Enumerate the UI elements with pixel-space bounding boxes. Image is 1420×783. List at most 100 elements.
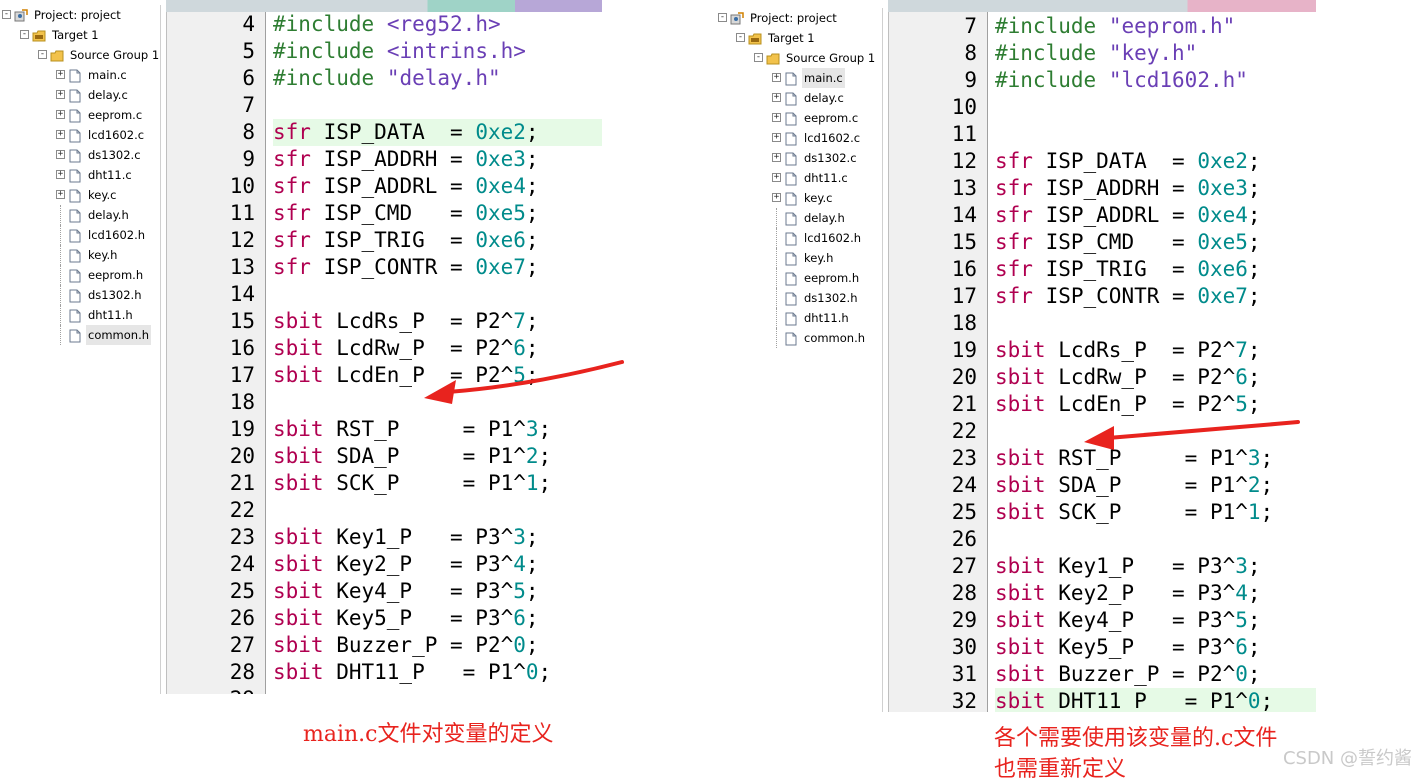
code-line[interactable]: sbit RST_P = P1^3; bbox=[273, 416, 602, 443]
tree-item[interactable]: + lcd1602.c bbox=[0, 125, 160, 145]
tree-item[interactable]: eeprom.h bbox=[0, 265, 160, 285]
expand-toggle-icon[interactable]: + bbox=[56, 110, 65, 119]
code-line[interactable] bbox=[995, 310, 1316, 337]
tree-item[interactable]: + delay.c bbox=[716, 88, 882, 108]
tree-item[interactable]: + ds1302.c bbox=[716, 148, 882, 168]
code-line[interactable] bbox=[273, 92, 602, 119]
code-line[interactable]: sbit SCK_P = P1^1; bbox=[273, 470, 602, 497]
tree-item[interactable]: key.h bbox=[0, 245, 160, 265]
code-line[interactable]: sbit RST_P = P1^3; bbox=[995, 445, 1316, 472]
code-line[interactable]: sfr ISP_DATA = 0xe2; bbox=[995, 148, 1316, 175]
expand-toggle-icon[interactable]: + bbox=[772, 173, 781, 182]
code-line[interactable] bbox=[995, 526, 1316, 553]
tree-item[interactable]: delay.h bbox=[716, 208, 882, 228]
code-line[interactable]: #include "key.h" bbox=[995, 40, 1316, 67]
code-line[interactable]: sfr ISP_CMD = 0xe5; bbox=[273, 200, 602, 227]
tree-item[interactable]: + eeprom.c bbox=[716, 108, 882, 128]
code-line[interactable]: sbit Key5_P = P3^6; bbox=[273, 605, 602, 632]
code-line[interactable]: sfr ISP_ADDRH = 0xe3; bbox=[995, 175, 1316, 202]
code-line[interactable]: sfr ISP_CONTR = 0xe7; bbox=[273, 254, 602, 281]
expand-toggle-icon[interactable]: + bbox=[772, 153, 781, 162]
right-code-editor[interactable]: #include "eeprom.h" #include "key.h" #incl… bbox=[987, 12, 1316, 712]
code-line[interactable]: sfr ISP_DATA = 0xe2; bbox=[273, 119, 602, 146]
tree-item[interactable]: common.h bbox=[716, 328, 882, 348]
tree-item[interactable]: - Project: project bbox=[716, 8, 882, 28]
code-line[interactable]: sbit LcdRs_P = P2^7; bbox=[995, 337, 1316, 364]
collapse-toggle-icon[interactable]: - bbox=[718, 13, 727, 22]
code-line[interactable]: sbit Key2_P = P3^4; bbox=[995, 580, 1316, 607]
code-line[interactable]: sfr ISP_CONTR = 0xe7; bbox=[995, 283, 1316, 310]
tree-item[interactable]: + main.c bbox=[716, 68, 882, 88]
code-line[interactable] bbox=[995, 121, 1316, 148]
expand-toggle-icon[interactable]: + bbox=[56, 150, 65, 159]
tree-item[interactable]: dht11.h bbox=[716, 308, 882, 328]
code-line[interactable]: sbit Key4_P = P3^5; bbox=[273, 578, 602, 605]
code-line[interactable]: sbit LcdRw_P = P2^6; bbox=[273, 335, 602, 362]
expand-toggle-icon[interactable]: + bbox=[56, 190, 65, 199]
tree-item[interactable]: + main.c bbox=[0, 65, 160, 85]
code-line[interactable]: sbit LcdRw_P = P2^6; bbox=[995, 364, 1316, 391]
tree-item[interactable]: - Target 1 bbox=[716, 28, 882, 48]
tree-item[interactable]: - Target 1 bbox=[0, 25, 160, 45]
code-line[interactable] bbox=[273, 389, 602, 416]
code-line[interactable]: sbit Key2_P = P3^4; bbox=[273, 551, 602, 578]
expand-toggle-icon[interactable]: + bbox=[56, 170, 65, 179]
code-line[interactable]: sbit Key1_P = P3^3; bbox=[995, 553, 1316, 580]
code-line[interactable]: sfr ISP_ADDRH = 0xe3; bbox=[273, 146, 602, 173]
code-line[interactable]: sbit Key4_P = P3^5; bbox=[995, 607, 1316, 634]
code-line[interactable]: sbit Buzzer_P = P2^0; bbox=[995, 661, 1316, 688]
code-line[interactable] bbox=[995, 94, 1316, 121]
collapse-toggle-icon[interactable]: - bbox=[38, 50, 47, 59]
code-line[interactable] bbox=[273, 686, 602, 694]
tree-item[interactable]: delay.h bbox=[0, 205, 160, 225]
code-line[interactable] bbox=[273, 497, 602, 524]
expand-toggle-icon[interactable]: + bbox=[772, 133, 781, 142]
tree-item[interactable]: ds1302.h bbox=[716, 288, 882, 308]
code-line[interactable]: #include "eeprom.h" bbox=[995, 13, 1316, 40]
tree-item[interactable]: - Project: project bbox=[0, 5, 160, 25]
code-line[interactable]: sbit Buzzer_P = P2^0; bbox=[273, 632, 602, 659]
code-line[interactable]: sfr ISP_TRIG = 0xe6; bbox=[995, 256, 1316, 283]
expand-toggle-icon[interactable]: + bbox=[56, 90, 65, 99]
expand-toggle-icon[interactable]: + bbox=[772, 193, 781, 202]
tree-item[interactable]: dht11.h bbox=[0, 305, 160, 325]
code-line[interactable] bbox=[995, 418, 1316, 445]
code-line[interactable]: sbit LcdEn_P = P2^5; bbox=[995, 391, 1316, 418]
code-line[interactable]: #include "lcd1602.h" bbox=[995, 67, 1316, 94]
code-line[interactable]: sbit SDA_P = P1^2; bbox=[995, 472, 1316, 499]
code-line[interactable]: sfr ISP_ADDRL = 0xe4; bbox=[273, 173, 602, 200]
expand-toggle-icon[interactable]: + bbox=[56, 70, 65, 79]
collapse-toggle-icon[interactable]: - bbox=[20, 30, 29, 39]
tree-item[interactable]: + dht11.c bbox=[716, 168, 882, 188]
tree-item[interactable]: + dht11.c bbox=[0, 165, 160, 185]
tree-item[interactable]: + key.c bbox=[716, 188, 882, 208]
tree-item[interactable]: eeprom.h bbox=[716, 268, 882, 288]
expand-toggle-icon[interactable]: + bbox=[772, 73, 781, 82]
code-line[interactable]: #include <reg52.h> bbox=[273, 11, 602, 38]
tree-item[interactable]: + lcd1602.c bbox=[716, 128, 882, 148]
code-line[interactable]: sbit DHT11_P = P1^0; bbox=[995, 688, 1316, 712]
tree-item[interactable]: ds1302.h bbox=[0, 285, 160, 305]
tree-item[interactable]: + delay.c bbox=[0, 85, 160, 105]
expand-toggle-icon[interactable]: + bbox=[772, 93, 781, 102]
left-code-editor[interactable]: #include <reg52.h> #include <intrins.h> #i… bbox=[265, 12, 602, 694]
code-line[interactable]: sbit Key1_P = P3^3; bbox=[273, 524, 602, 551]
code-line[interactable]: #include <intrins.h> bbox=[273, 38, 602, 65]
tree-item[interactable]: - Source Group 1 bbox=[716, 48, 882, 68]
code-line[interactable]: sbit SCK_P = P1^1; bbox=[995, 499, 1316, 526]
code-line[interactable]: sfr ISP_CMD = 0xe5; bbox=[995, 229, 1316, 256]
tree-item[interactable]: lcd1602.h bbox=[0, 225, 160, 245]
tree-item[interactable]: + eeprom.c bbox=[0, 105, 160, 125]
tree-item[interactable]: + key.c bbox=[0, 185, 160, 205]
collapse-toggle-icon[interactable]: - bbox=[2, 10, 11, 19]
collapse-toggle-icon[interactable]: - bbox=[736, 33, 745, 42]
code-line[interactable] bbox=[273, 281, 602, 308]
expand-toggle-icon[interactable]: + bbox=[772, 113, 781, 122]
code-line[interactable]: sbit SDA_P = P1^2; bbox=[273, 443, 602, 470]
expand-toggle-icon[interactable]: + bbox=[56, 130, 65, 139]
tree-item[interactable]: - Source Group 1 bbox=[0, 45, 160, 65]
tree-item[interactable]: key.h bbox=[716, 248, 882, 268]
tree-item[interactable]: + ds1302.c bbox=[0, 145, 160, 165]
tree-item[interactable]: common.h bbox=[0, 325, 160, 345]
code-line[interactable]: sbit LcdRs_P = P2^7; bbox=[273, 308, 602, 335]
